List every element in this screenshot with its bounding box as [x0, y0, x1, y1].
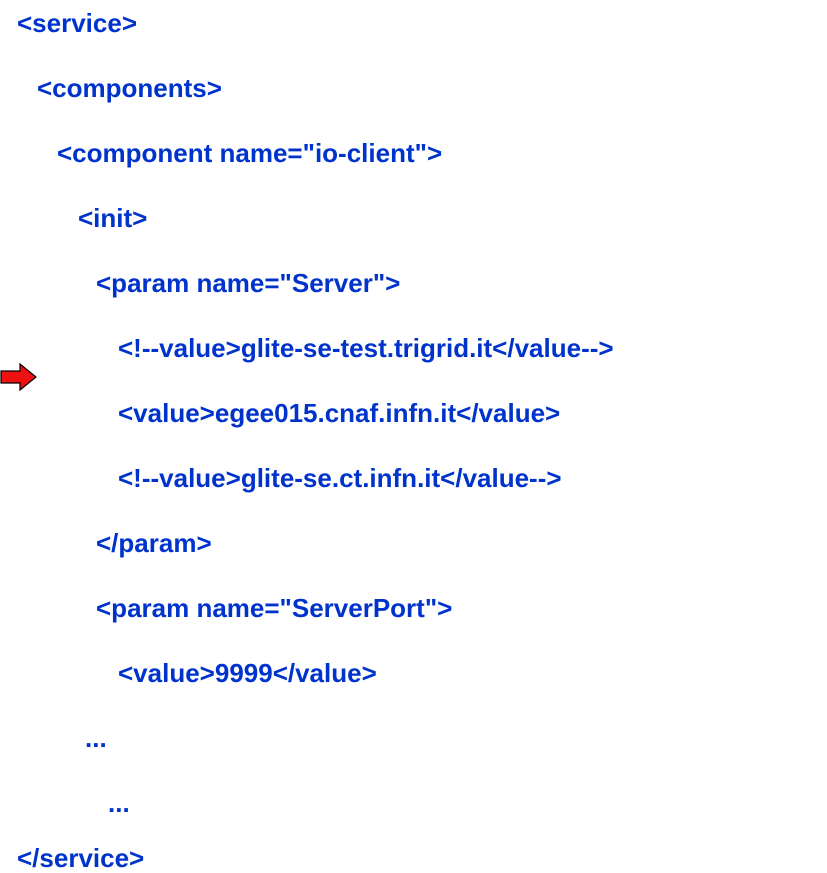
xml-line-param-server-open: <param name="Server">	[96, 268, 401, 298]
xml-line-service-close: </service>	[17, 843, 145, 873]
xml-line-components-open: <components>	[37, 73, 222, 103]
xml-line-commented-value-2: <!--value>glite-se.ct.infn.it</value-->	[118, 463, 562, 493]
xml-line-active-value: <value>egee015.cnaf.infn.it</value>	[118, 398, 561, 428]
xml-line-init-open: <init>	[78, 203, 148, 233]
xml-line-ellipsis-1: ...	[85, 723, 107, 753]
xml-line-service-open: <service>	[17, 8, 138, 38]
xml-line-param-serverport-open: <param name="ServerPort">	[96, 593, 453, 623]
xml-line-param-close: </param>	[96, 528, 212, 558]
xml-line-ellipsis-2: ...	[108, 788, 130, 818]
xml-line-commented-value-1: <!--value>glite-se-test.trigrid.it</valu…	[118, 333, 614, 363]
xml-line-component-open: <component name="io-client">	[57, 138, 443, 168]
red-arrow-right-icon	[0, 362, 37, 392]
xml-line-serverport-value: <value>9999</value>	[118, 658, 377, 688]
